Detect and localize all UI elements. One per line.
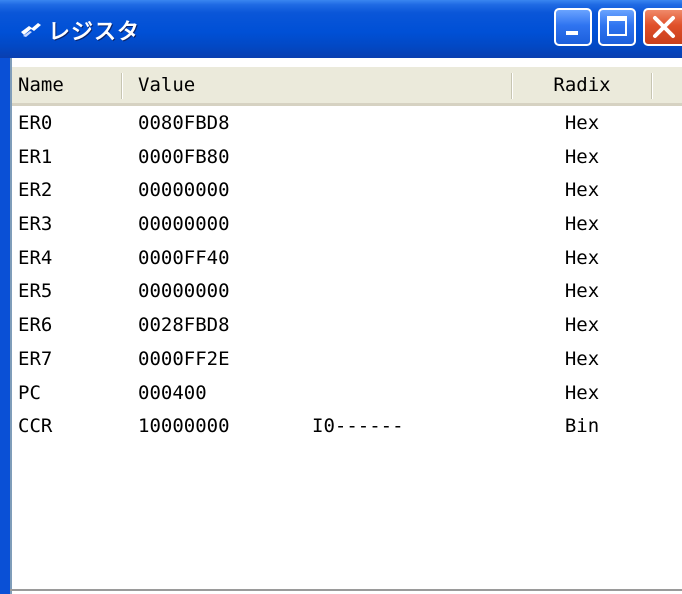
register-radix[interactable]: Hex: [512, 179, 652, 201]
register-window-icon: [21, 23, 41, 37]
register-radix[interactable]: Hex: [512, 112, 652, 134]
table-row[interactable]: ER0 0080FBD8 Hex: [12, 106, 682, 140]
register-list[interactable]: Name Value Radix ER0 0080FBD8 Hex ER1 00…: [12, 66, 682, 443]
register-value[interactable]: 00000000: [138, 179, 230, 201]
register-name: ER7: [18, 347, 53, 370]
minimize-icon: [566, 31, 578, 35]
column-header-name[interactable]: Name: [12, 67, 122, 104]
register-radix[interactable]: Hex: [512, 146, 652, 168]
register-radix[interactable]: Bin: [512, 415, 652, 437]
register-value[interactable]: 00000000: [138, 280, 230, 302]
column-header-bar: Name Value Radix: [12, 66, 682, 106]
register-value[interactable]: 0000FF2E: [138, 348, 230, 370]
register-name: ER4: [18, 246, 53, 269]
register-radix[interactable]: Hex: [512, 213, 652, 235]
register-name: ER5: [18, 280, 53, 303]
register-name: ER6: [18, 314, 53, 337]
table-row[interactable]: ER6 0028FBD8 Hex: [12, 308, 682, 342]
register-value[interactable]: 10000000: [138, 415, 230, 437]
window-title: レジスタ: [48, 20, 141, 45]
register-value[interactable]: 0000FB80: [138, 146, 230, 168]
register-name: CCR: [18, 415, 53, 438]
register-value[interactable]: 0028FBD8: [138, 314, 230, 336]
table-row[interactable]: ER2 00000000 Hex: [12, 173, 682, 207]
minimize-button[interactable]: [554, 8, 592, 46]
table-row[interactable]: ER3 00000000 Hex: [12, 207, 682, 241]
table-row[interactable]: PC 000400 Hex: [12, 376, 682, 410]
table-row[interactable]: ER4 0000FF40 Hex: [12, 241, 682, 275]
register-value[interactable]: 000400: [138, 382, 207, 404]
list-border-bottom: [10, 589, 682, 591]
register-value[interactable]: 0080FBD8: [138, 112, 230, 134]
window-frame-left: [0, 58, 10, 594]
register-name: ER0: [18, 112, 53, 134]
register-radix[interactable]: Hex: [512, 247, 652, 269]
table-row[interactable]: CCR 10000000 I0------ Bin: [12, 409, 682, 443]
register-radix[interactable]: Hex: [512, 280, 652, 302]
register-value[interactable]: 0000FF40: [138, 247, 230, 269]
column-header-empty[interactable]: [652, 67, 682, 104]
table-row[interactable]: ER7 0000FF2E Hex: [12, 342, 682, 376]
column-header-value[interactable]: Value: [122, 67, 512, 104]
register-name: ER1: [18, 145, 53, 168]
close-button[interactable]: [643, 8, 682, 46]
register-radix[interactable]: Hex: [512, 382, 652, 404]
register-name: ER3: [18, 213, 53, 236]
register-name: ER2: [18, 179, 53, 202]
register-name: PC: [18, 381, 41, 404]
maximize-icon: [607, 16, 627, 36]
table-row[interactable]: ER5 00000000 Hex: [12, 274, 682, 308]
client-area: Name Value Radix ER0 0080FBD8 Hex ER1 00…: [0, 58, 682, 594]
registers-window: レジスタ Name Value Radix ER0 0080FBD8 Hex E…: [0, 0, 682, 594]
maximize-button[interactable]: [598, 8, 636, 46]
register-flags: I0------: [312, 415, 404, 438]
title-bar[interactable]: レジスタ: [0, 0, 682, 58]
register-rows: ER0 0080FBD8 Hex ER1 0000FB80 Hex ER2 00…: [12, 106, 682, 443]
table-row[interactable]: ER1 0000FB80 Hex: [12, 140, 682, 174]
column-header-radix[interactable]: Radix: [512, 67, 652, 104]
register-radix[interactable]: Hex: [512, 314, 652, 336]
close-icon: [653, 16, 675, 38]
register-radix[interactable]: Hex: [512, 348, 652, 370]
register-value[interactable]: 00000000: [138, 213, 230, 235]
